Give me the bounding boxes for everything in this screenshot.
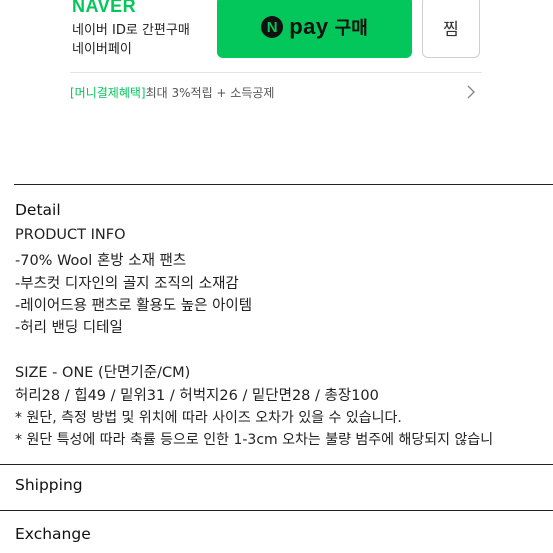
info-line: -부츠컷 디자인의 골지 조직의 소재감 <box>15 276 239 292</box>
shipping-section-title[interactable]: Shipping <box>15 476 83 494</box>
detail-section-title[interactable]: Detail <box>15 201 61 219</box>
section-divider <box>0 510 553 511</box>
info-line: -70% Wool 혼방 소재 팬츠 <box>15 253 187 269</box>
benefit-text: 최대 3%적립 + 소득공제 <box>145 86 275 100</box>
zzim-button[interactable]: 찜 <box>422 0 480 58</box>
chevron-right-icon <box>467 85 475 99</box>
naver-pay-text: 네이버페이 <box>72 42 132 57</box>
size-note: * 원단 특성에 따라 축률 등으로 인한 1-3cm 오차는 불량 범주에 해… <box>15 432 494 448</box>
size-heading: SIZE - ONE (단면기준/CM) <box>15 365 191 381</box>
exchange-section-title[interactable]: Exchange <box>15 525 91 543</box>
npay-buy-button[interactable]: N pay 구매 <box>217 0 412 58</box>
npay-n-icon: N <box>261 16 284 38</box>
naver-easy-buy-text: 네이버 ID로 간편구매 <box>72 23 190 38</box>
info-line: -허리 밴딩 디테일 <box>15 320 123 336</box>
product-info-heading: PRODUCT INFO <box>15 227 126 243</box>
money-benefit-bar[interactable]: [머니결제혜택] 최대 3%적립 + 소득공제 <box>70 72 482 112</box>
size-note: * 원단, 측정 방법 및 위치에 따라 사이즈 오차가 있을 수 있습니다. <box>15 410 402 426</box>
size-measurements: 허리28 / 힙49 / 밑위31 / 허벅지26 / 밑단면28 / 총장10… <box>15 388 379 404</box>
naver-pay-panel: NAVER 네이버 ID로 간편구매 네이버페이 N pay 구매 찜 [머니결… <box>0 0 553 120</box>
benefit-tag: [머니결제혜택] <box>70 86 146 100</box>
npay-pay-label: pay <box>289 14 329 39</box>
npay-buy-label: 구매 <box>334 18 368 39</box>
section-divider <box>0 464 553 465</box>
section-divider <box>14 184 553 185</box>
naver-logo: NAVER <box>72 0 137 16</box>
info-line: -레이어드용 팬츠로 활용도 높은 아이템 <box>15 298 253 314</box>
